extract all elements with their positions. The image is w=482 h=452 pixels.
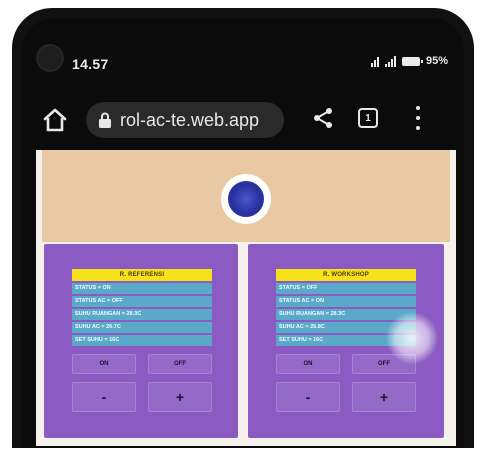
room-title: R. WORKSHOP (276, 269, 416, 281)
ac-temp-row: SUHU AC = 26.7C (72, 322, 212, 333)
set-temp-row: SET SUHU = 16C (72, 335, 212, 346)
battery-percent: 95% (425, 55, 448, 67)
temp-up-button[interactable]: + (352, 382, 416, 412)
temp-down-button[interactable]: - (276, 382, 340, 412)
front-camera (36, 44, 64, 72)
header-band (42, 150, 450, 242)
logo-emblem (228, 181, 264, 217)
share-icon[interactable] (312, 107, 334, 129)
status-ac-row: STATUS AC = ON (276, 296, 416, 307)
temp-up-button[interactable]: + (148, 382, 212, 412)
battery-icon (401, 56, 423, 66)
temp-down-button[interactable]: - (72, 382, 136, 412)
status-row: STATUS = OFF (276, 283, 416, 294)
more-vert-icon[interactable] (414, 106, 422, 130)
status-row: STATUS = ON (72, 283, 212, 294)
status-time: 14.57 (72, 56, 109, 72)
ac-on-button[interactable]: ON (72, 354, 136, 374)
url-text: rol-ac-te.web.app (120, 109, 260, 130)
wifi-signal-icon (370, 56, 379, 67)
home-icon[interactable] (42, 108, 68, 132)
ac-on-button[interactable]: ON (276, 354, 340, 374)
lock-icon (99, 112, 111, 128)
touch-indicator (386, 312, 438, 364)
room-card-referensi: R. REFERENSI STATUS = ON STATUS AC = OFF… (44, 244, 238, 438)
room-title: R. REFERENSI (72, 269, 212, 281)
room-temp-row: SUHU RUANGAN = 28.3C (72, 309, 212, 320)
browser-toolbar: rol-ac-te.web.app 1 (22, 100, 462, 150)
web-content: R. REFERENSI STATUS = ON STATUS AC = OFF… (36, 150, 456, 446)
system-icons: 95% (370, 55, 448, 67)
tabs-icon[interactable]: 1 (358, 108, 378, 128)
address-bar[interactable]: rol-ac-te.web.app (86, 102, 284, 138)
cell-signal-icon (384, 55, 396, 67)
status-ac-row: STATUS AC = OFF (72, 296, 212, 307)
institution-logo (221, 174, 271, 224)
ac-off-button[interactable]: OFF (148, 354, 212, 374)
